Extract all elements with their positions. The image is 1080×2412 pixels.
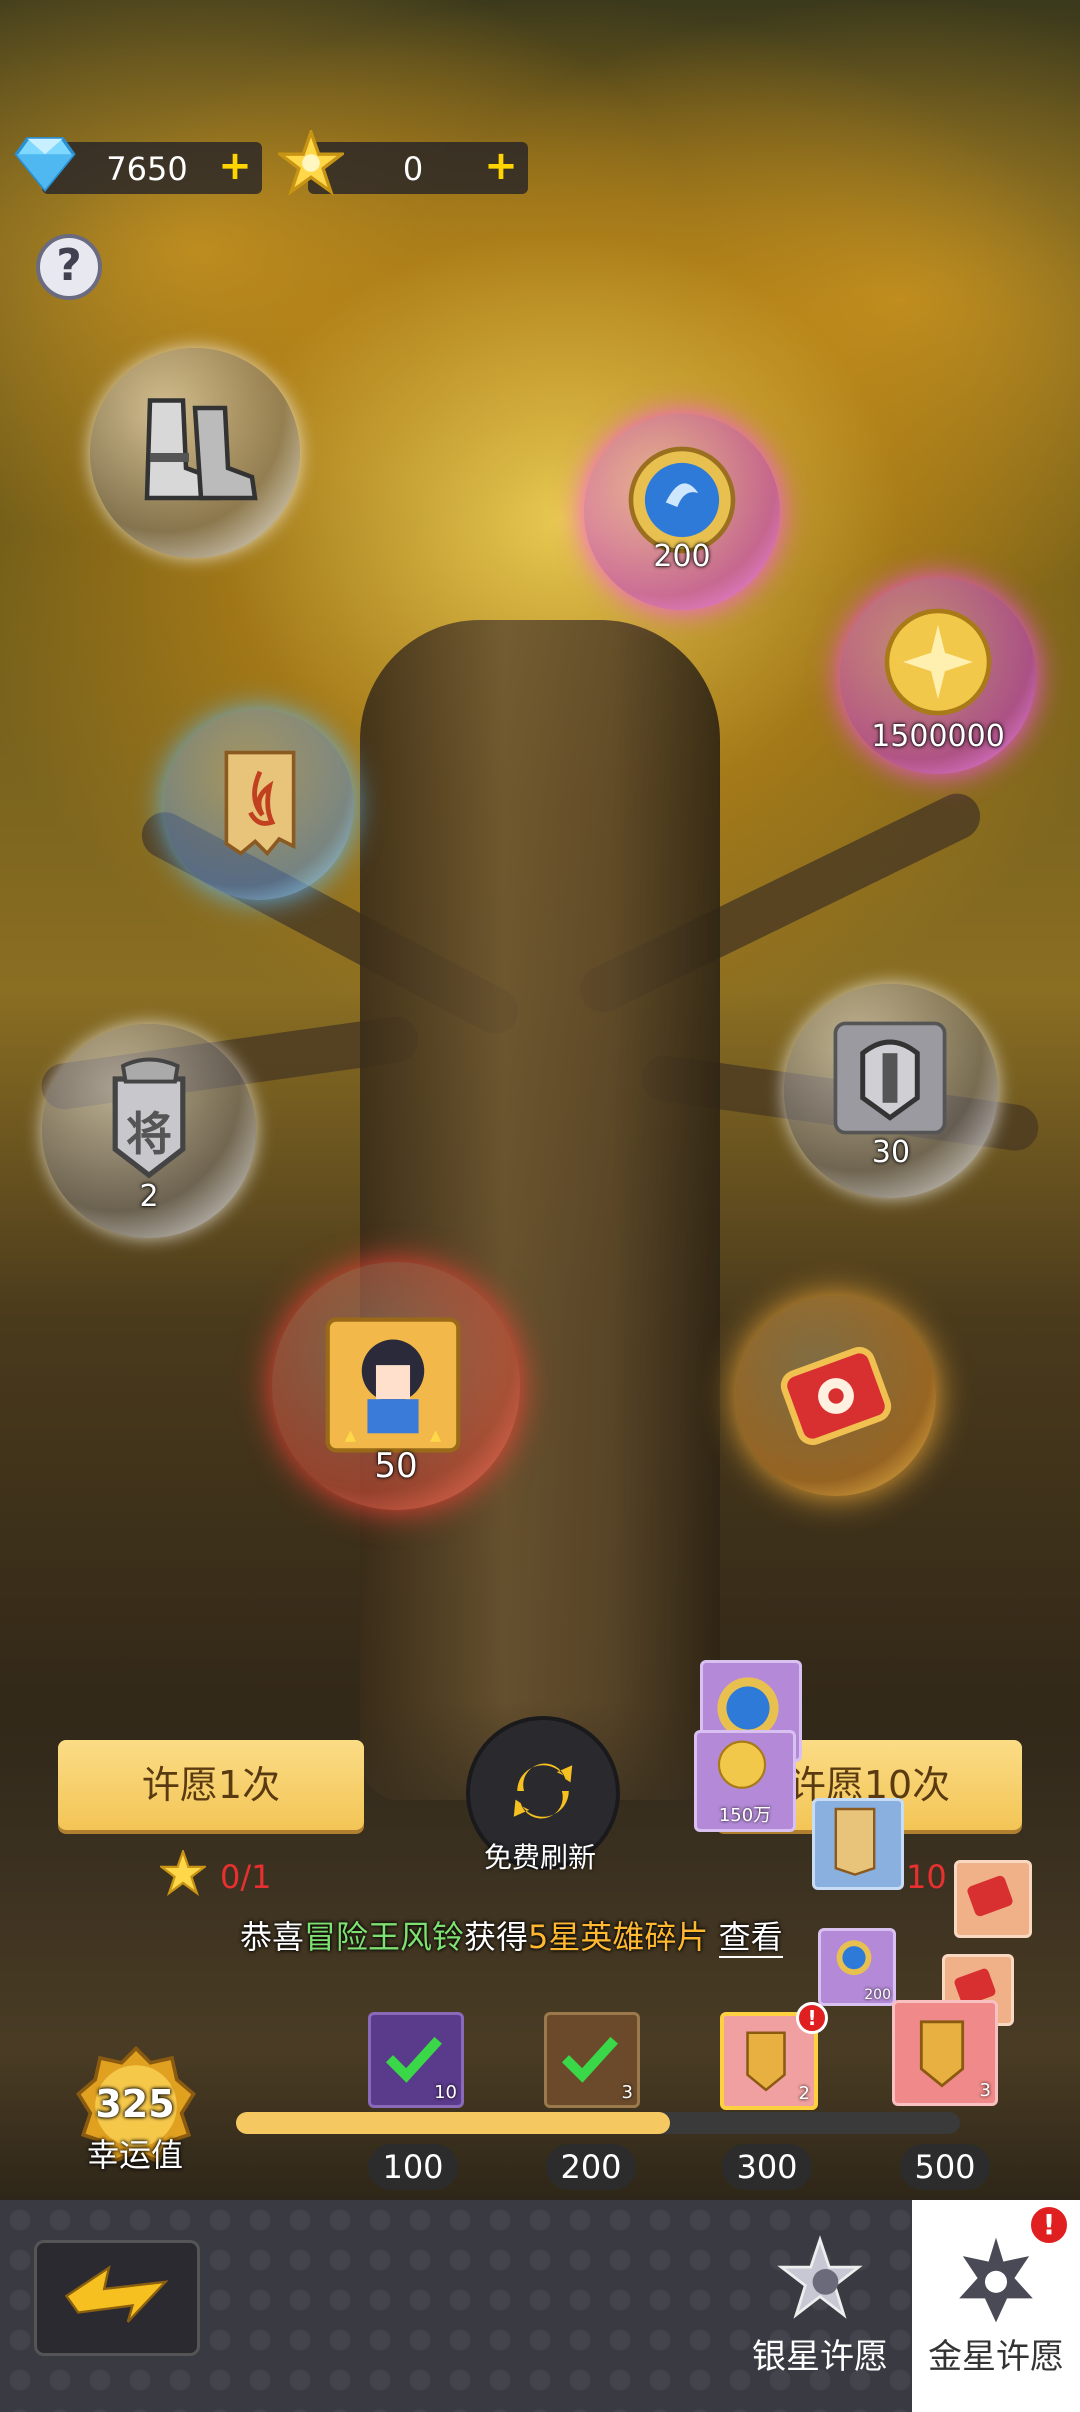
luck-value: 325 (95, 2082, 175, 2126)
scroll-icon (224, 750, 296, 857)
diamond-counter: 7650 + (14, 137, 262, 194)
milestone-reward-200[interactable]: 3 (544, 2012, 640, 2108)
diamond-icon (14, 137, 76, 193)
floating-card-coin: 150万 (694, 1730, 796, 1832)
milestone-threshold: 300 (722, 2144, 812, 2190)
milestone-threshold: 500 (900, 2144, 990, 2190)
free-refresh-label: 免费刷新 (483, 1841, 596, 1874)
back-button[interactable] (34, 2240, 200, 2356)
red-ticket-icon (780, 1346, 892, 1446)
tab-silver-label: 银星许愿 (752, 2337, 888, 2377)
floating-card-ticket (954, 1860, 1032, 1938)
tab-alert-badge: ! (1028, 2204, 1070, 2246)
reward-bubble-blue-medal[interactable]: 200 (584, 414, 780, 610)
luck-label: 幸运值 (86, 2136, 183, 2174)
star-counter: 0 + (278, 130, 528, 196)
milestone-count: 3 (621, 2082, 633, 2103)
red-ticket-icon (967, 1875, 1013, 1917)
bubble-count: 200 (653, 539, 711, 574)
tab-gold-label: 金星许愿 (928, 2337, 1064, 2377)
gold-coin-icon (884, 608, 992, 716)
broadcast-notice: 恭喜冒险王风铃获得5星英雄碎片 查看 (240, 1912, 840, 1968)
gold-star-emblem-icon (959, 2237, 1033, 2323)
silver-star-icon (777, 2235, 863, 2319)
back-arrow-icon (64, 2265, 169, 2323)
notice-prefix: 恭喜 (240, 1918, 305, 1956)
wish-once-cost: 0/1 (220, 1858, 272, 1896)
bubble-count: 1500000 (871, 719, 1005, 754)
gold-star-icon (278, 130, 344, 196)
milestone-reward-300[interactable]: 2 ! (720, 2002, 828, 2110)
wish-once-button[interactable]: 许愿1次 (58, 1740, 364, 1830)
refresh-icon (513, 1763, 573, 1819)
reward-bubble-red-ticket[interactable] (736, 1296, 936, 1496)
luck-progress-fill (236, 2112, 671, 2134)
milestone-alert-badge: ! (796, 2002, 828, 2034)
check-icon (561, 2036, 618, 2083)
help-button[interactable]: ? (36, 234, 102, 300)
tree-trunk (360, 620, 720, 1800)
general-token-icon (919, 2020, 965, 2088)
general-token-text: 将 (126, 1107, 172, 1161)
luck-progress-bar (236, 2112, 960, 2134)
gold-coin-icon (717, 1740, 767, 1789)
milestone-count: 2 (798, 2083, 810, 2104)
reward-bubble-scroll[interactable] (164, 710, 354, 900)
tab-silver-wish[interactable]: 银星许愿 (730, 2200, 910, 2412)
reward-bubble-gold-coin[interactable]: 1500000 (840, 578, 1036, 774)
reward-bubble-general-token[interactable]: 将 2 (42, 1024, 256, 1238)
helmet-icon (833, 1021, 947, 1135)
notice-view-link[interactable]: 查看 (718, 1918, 783, 1958)
milestone-threshold: 200 (546, 2144, 636, 2190)
hero-shard-icon (325, 1317, 461, 1453)
scroll-icon (834, 1807, 876, 1876)
tab-gold-wish[interactable]: 金星许愿 ! (912, 2200, 1080, 2412)
notice-player: 冒险王风铃 (304, 1918, 465, 1956)
milestone-count: 3 (979, 2080, 991, 2101)
milestone-reward-100[interactable]: 10 (368, 2012, 464, 2108)
add-diamond-button[interactable]: + (216, 146, 254, 186)
milestone-count: 10 (434, 2082, 457, 2103)
boots-icon (144, 398, 258, 501)
notice-verb: 获得 (464, 1918, 529, 1956)
reward-bubble-hero-shard[interactable]: 50 (272, 1262, 520, 1510)
gold-star-icon (160, 1850, 206, 1896)
notice-item: 5星英雄碎片 (528, 1918, 709, 1956)
floating-card-scroll (812, 1798, 904, 1890)
milestone-reward-500[interactable]: 3 (892, 2000, 998, 2106)
bubble-count: 50 (374, 1446, 418, 1486)
bubble-count: 30 (871, 1135, 911, 1170)
card-count: 200 (864, 1987, 891, 2003)
add-star-button[interactable]: + (482, 146, 520, 186)
reward-bubble-boots[interactable] (90, 348, 300, 558)
bubble-count: 2 (139, 1179, 159, 1214)
milestone-threshold: 100 (368, 2144, 458, 2190)
general-token-icon (746, 2031, 786, 2092)
card-count: 150万 (718, 1805, 772, 1826)
diamond-value: 7650 (106, 150, 188, 188)
reward-bubble-helmet[interactable]: 30 (784, 984, 998, 1198)
wish-ten-cost: 10 (906, 1858, 947, 1896)
star-value: 0 (402, 150, 424, 188)
